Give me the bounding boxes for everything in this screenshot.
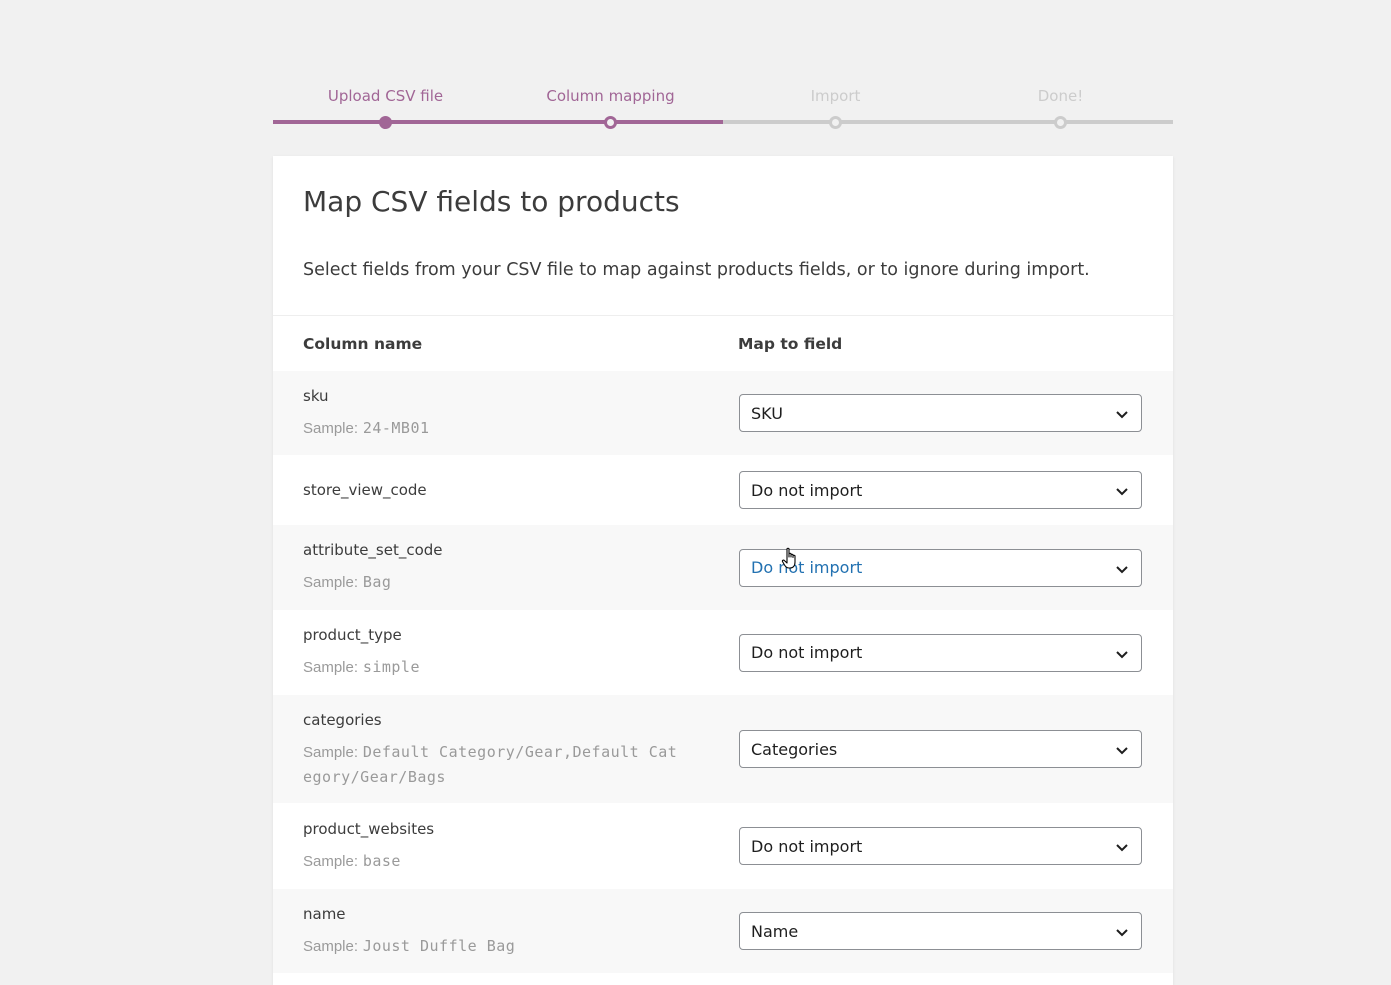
- map-field-select-product-websites[interactable]: Do not import: [739, 827, 1142, 865]
- mapping-card: Map CSV fields to products Select fields…: [273, 156, 1173, 985]
- step-dot-icon: [829, 116, 842, 129]
- map-field-cell: SKU: [707, 394, 1142, 432]
- column-name-cell: sku Sample: 24-MB01: [273, 386, 707, 441]
- column-name-cell: attribute_set_code Sample: Bag: [273, 540, 707, 595]
- sample-value: Default Category/Gear,Default Category/G…: [303, 742, 678, 786]
- step-dot-icon: [604, 116, 617, 129]
- map-field-cell: Do not import: [707, 548, 1142, 587]
- csv-column-name: name: [303, 904, 346, 923]
- select-value: Do not import: [751, 643, 863, 662]
- sample-prefix: Sample:: [303, 937, 359, 955]
- csv-column-name: categories: [303, 710, 382, 729]
- chevron-down-icon: [1116, 747, 1128, 755]
- sample-value: simple: [362, 658, 420, 676]
- step-label: Column mapping: [546, 87, 675, 105]
- sample-value: Joust Duffle Bag: [362, 936, 516, 955]
- table-row: [273, 973, 1173, 985]
- progress-track-fill: [273, 120, 723, 124]
- select-value: Categories: [751, 739, 838, 759]
- import-progress-steps: Upload CSV file Column mapping Import Do…: [273, 84, 1173, 132]
- chevron-down-icon: [1116, 488, 1128, 496]
- map-to-field-header: Map to field: [738, 334, 843, 353]
- sample-prefix: Sample:: [303, 743, 359, 761]
- sample-text: Sample: simple: [303, 655, 681, 680]
- chevron-down-icon: [1116, 411, 1128, 419]
- map-field-select-product-type[interactable]: Do not import: [739, 633, 1142, 672]
- column-name-header: Column name: [303, 334, 423, 353]
- csv-column-name: attribute_set_code: [303, 541, 443, 559]
- column-name-cell: product_websites Sample: base: [273, 819, 707, 874]
- sample-prefix: Sample:: [303, 852, 359, 870]
- column-name-cell: name Sample: Joust Duffle Bag: [273, 904, 707, 959]
- chevron-down-icon: [1116, 929, 1128, 937]
- mapping-table: Column name Map to field sku Sample: 24-…: [273, 316, 1173, 985]
- step-import: Import: [723, 84, 948, 129]
- chevron-down-icon: [1116, 565, 1128, 573]
- page-title: Map CSV fields to products: [303, 185, 680, 218]
- select-value: Name: [751, 921, 799, 941]
- step-dot-icon: [379, 116, 392, 129]
- table-row: product_websites Sample: base Do not imp…: [273, 803, 1173, 889]
- csv-column-name: sku: [303, 386, 329, 405]
- step-dot-icon: [1054, 116, 1067, 129]
- select-value: SKU: [751, 403, 783, 423]
- step-label: Import: [810, 87, 861, 105]
- step-label: Done!: [1037, 87, 1084, 105]
- table-row: sku Sample: 24-MB01 SKU: [273, 371, 1173, 455]
- csv-column-name: store_view_code: [303, 481, 427, 499]
- sample-text: Sample: 24-MB01: [303, 416, 681, 441]
- sample-text: Sample: base: [303, 849, 681, 874]
- select-value: Do not import: [751, 480, 863, 500]
- sample-prefix: Sample:: [303, 419, 359, 437]
- select-value: Do not import: [751, 558, 863, 577]
- map-field-cell: Do not import: [707, 827, 1142, 865]
- column-name-cell: product_type Sample: simple: [273, 625, 707, 680]
- sample-text: Sample: Default Category/Gear,Default Ca…: [303, 740, 681, 789]
- column-name-cell: categories Sample: Default Category/Gear…: [273, 710, 707, 789]
- table-row: attribute_set_code Sample: Bag Do not im…: [273, 525, 1173, 610]
- table-row: categories Sample: Default Category/Gear…: [273, 695, 1173, 803]
- map-field-cell: Name: [707, 912, 1142, 950]
- map-field-select-attribute-set-code[interactable]: Do not import: [739, 548, 1142, 587]
- sample-value: base: [362, 851, 401, 870]
- csv-column-name: product_type: [303, 626, 402, 644]
- step-upload-csv: Upload CSV file: [273, 84, 498, 129]
- map-field-select-categories[interactable]: Categories: [739, 730, 1142, 768]
- csv-column-name: product_websites: [303, 819, 435, 838]
- page-description: Select fields from your CSV file to map …: [303, 260, 1090, 280]
- chevron-down-icon: [1116, 844, 1128, 852]
- map-field-cell: Do not import: [707, 471, 1142, 509]
- map-field-select-name[interactable]: Name: [739, 912, 1142, 950]
- map-field-cell: Do not import: [707, 633, 1142, 672]
- step-column-mapping: Column mapping: [498, 84, 723, 129]
- table-row: name Sample: Joust Duffle Bag Name: [273, 889, 1173, 973]
- sample-prefix: Sample:: [303, 659, 359, 676]
- table-row: product_type Sample: simple Do not impor…: [273, 610, 1173, 695]
- table-header-row: Column name Map to field: [273, 316, 1173, 371]
- column-name-cell: store_view_code: [273, 480, 707, 500]
- chevron-down-icon: [1116, 650, 1128, 658]
- select-value: Do not import: [751, 836, 863, 856]
- step-done: Done!: [948, 84, 1173, 129]
- table-row: store_view_code Do not import: [273, 455, 1173, 525]
- map-field-select-store-view-code[interactable]: Do not import: [739, 471, 1142, 509]
- sample-value: 24-MB01: [362, 418, 430, 437]
- card-header: Map CSV fields to products Select fields…: [273, 156, 1173, 316]
- sample-prefix: Sample:: [303, 574, 359, 591]
- sample-text: Sample: Bag: [303, 570, 681, 595]
- step-label: Upload CSV file: [327, 87, 444, 105]
- sample-text: Sample: Joust Duffle Bag: [303, 934, 681, 959]
- sample-value: Bag: [362, 573, 392, 591]
- map-field-select-sku[interactable]: SKU: [739, 394, 1142, 432]
- map-field-cell: Categories: [707, 730, 1142, 768]
